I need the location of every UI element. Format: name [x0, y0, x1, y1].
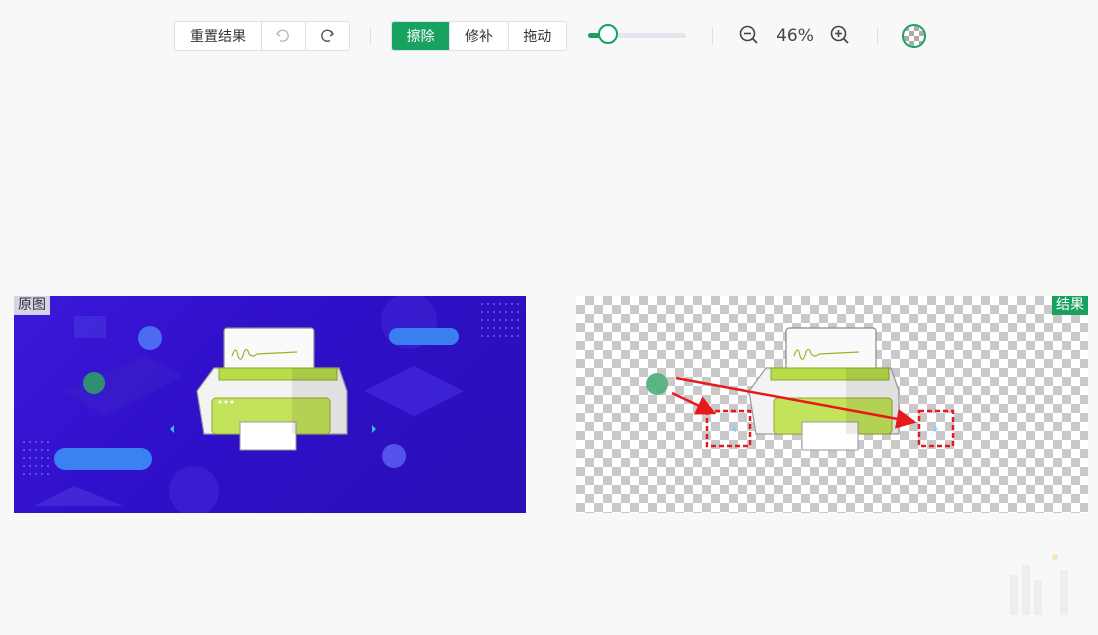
watermark-logo — [1010, 554, 1068, 615]
result-label: 结果 — [1052, 296, 1088, 315]
mode-drag-button[interactable]: 拖动 — [509, 22, 566, 50]
printer-illustration — [748, 327, 900, 451]
toolbar-divider — [877, 27, 878, 45]
redo-icon — [321, 29, 335, 42]
highlight-box-left — [705, 409, 752, 448]
transparent-bg-toggle[interactable] — [901, 23, 927, 49]
reset-result-button[interactable]: 重置结果 — [175, 22, 262, 50]
zoom-in-icon — [830, 25, 849, 44]
original-image-panel[interactable]: 原图 — [14, 296, 526, 513]
result-image-panel[interactable]: 结果 — [576, 296, 1088, 513]
undo-icon — [276, 29, 290, 42]
checkerboard-icon — [902, 24, 926, 48]
zoom-out-button[interactable] — [738, 24, 760, 46]
undo-button[interactable] — [262, 22, 306, 50]
mode-repair-button[interactable]: 修补 — [450, 22, 509, 50]
original-image — [23, 296, 519, 513]
zoom-out-icon — [739, 25, 758, 44]
zoom-in-button[interactable] — [829, 24, 851, 46]
history-group: 重置结果 — [174, 21, 350, 51]
mode-group: 擦除 修补 拖动 — [391, 21, 567, 51]
result-image — [646, 327, 955, 451]
zoom-level: 46% — [776, 26, 814, 46]
printer-illustration — [196, 327, 348, 451]
brush-size-slider[interactable] — [588, 24, 686, 44]
toolbar-divider — [370, 27, 371, 45]
brush-size-handle[interactable] — [597, 24, 618, 44]
redo-button[interactable] — [306, 22, 350, 50]
residual-spot — [646, 373, 668, 395]
toolbar: 重置结果 擦除 修补 拖动 46% — [0, 0, 1098, 72]
mode-erase-button[interactable]: 擦除 — [392, 22, 451, 50]
original-label: 原图 — [14, 296, 50, 315]
toolbar-divider — [712, 27, 713, 45]
annotation-arrow — [671, 391, 717, 415]
